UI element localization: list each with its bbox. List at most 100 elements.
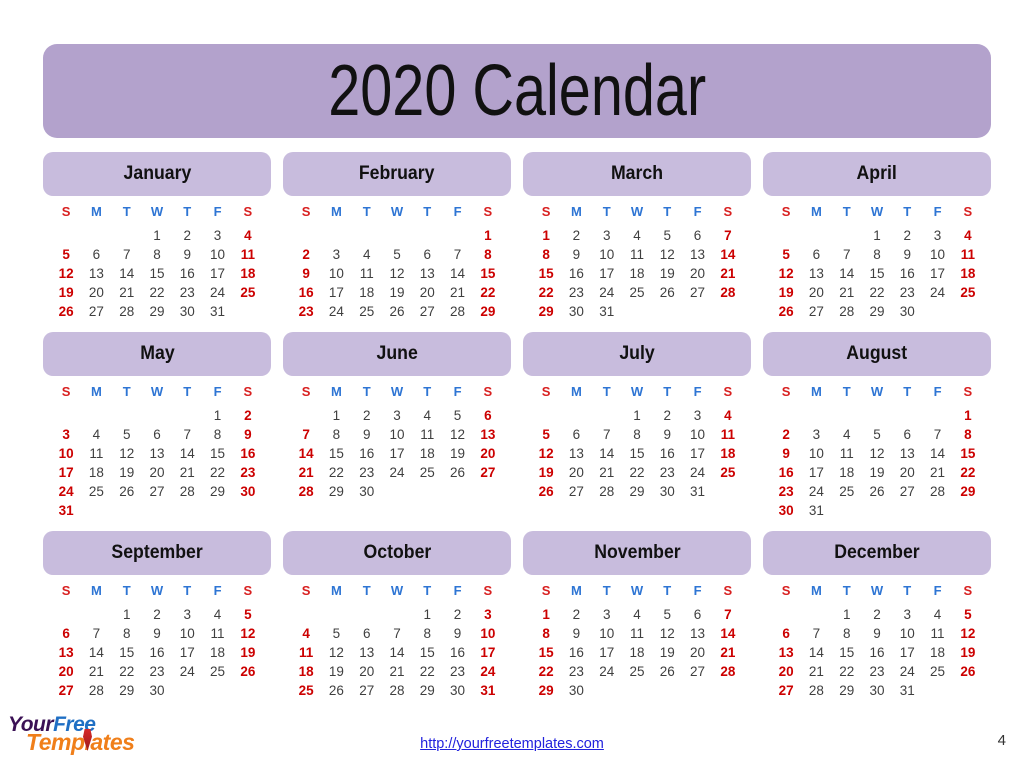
day-cell[interactable]: 2 bbox=[892, 226, 922, 245]
day-cell[interactable]: 6 bbox=[142, 425, 172, 444]
day-cell[interactable]: 9 bbox=[652, 425, 682, 444]
day-cell[interactable]: 18 bbox=[233, 264, 263, 283]
day-cell[interactable]: 26 bbox=[321, 681, 351, 700]
day-cell[interactable]: 10 bbox=[51, 444, 81, 463]
day-cell[interactable]: 29 bbox=[473, 302, 503, 321]
day-cell[interactable]: 25 bbox=[622, 283, 652, 302]
day-cell[interactable]: 16 bbox=[352, 444, 382, 463]
day-cell[interactable]: 3 bbox=[202, 226, 232, 245]
day-cell[interactable]: 7 bbox=[592, 425, 622, 444]
day-cell[interactable]: 12 bbox=[382, 264, 412, 283]
day-cell[interactable]: 22 bbox=[202, 463, 232, 482]
day-cell[interactable]: 3 bbox=[382, 406, 412, 425]
day-cell[interactable]: 26 bbox=[953, 662, 983, 681]
day-cell[interactable]: 4 bbox=[922, 605, 952, 624]
day-cell[interactable]: 26 bbox=[51, 302, 81, 321]
day-cell[interactable]: 28 bbox=[442, 302, 472, 321]
day-cell[interactable]: 15 bbox=[202, 444, 232, 463]
day-cell[interactable]: 17 bbox=[801, 463, 831, 482]
day-cell[interactable]: 22 bbox=[622, 463, 652, 482]
day-cell[interactable]: 23 bbox=[352, 463, 382, 482]
day-cell[interactable]: 31 bbox=[592, 302, 622, 321]
day-cell[interactable]: 18 bbox=[832, 463, 862, 482]
day-cell[interactable]: 26 bbox=[442, 463, 472, 482]
day-cell[interactable]: 12 bbox=[321, 643, 351, 662]
day-cell[interactable]: 15 bbox=[531, 264, 561, 283]
day-cell[interactable]: 4 bbox=[713, 406, 743, 425]
day-cell[interactable]: 23 bbox=[561, 283, 591, 302]
day-cell[interactable]: 18 bbox=[622, 643, 652, 662]
day-cell[interactable]: 10 bbox=[592, 624, 622, 643]
day-cell[interactable]: 16 bbox=[771, 463, 801, 482]
day-cell[interactable]: 17 bbox=[202, 264, 232, 283]
day-cell[interactable]: 7 bbox=[801, 624, 831, 643]
day-cell[interactable]: 18 bbox=[81, 463, 111, 482]
day-cell[interactable]: 29 bbox=[142, 302, 172, 321]
day-cell[interactable]: 10 bbox=[592, 245, 622, 264]
day-cell[interactable]: 16 bbox=[892, 264, 922, 283]
day-cell[interactable]: 14 bbox=[592, 444, 622, 463]
day-cell[interactable]: 29 bbox=[202, 482, 232, 501]
day-cell[interactable]: 31 bbox=[892, 681, 922, 700]
day-cell[interactable]: 18 bbox=[202, 643, 232, 662]
day-cell[interactable]: 12 bbox=[771, 264, 801, 283]
day-cell[interactable]: 4 bbox=[832, 425, 862, 444]
day-cell[interactable]: 15 bbox=[142, 264, 172, 283]
day-cell[interactable]: 21 bbox=[713, 264, 743, 283]
day-cell[interactable]: 19 bbox=[652, 643, 682, 662]
day-cell[interactable]: 14 bbox=[713, 624, 743, 643]
day-cell[interactable]: 24 bbox=[592, 662, 622, 681]
day-cell[interactable]: 9 bbox=[561, 245, 591, 264]
day-cell[interactable]: 4 bbox=[202, 605, 232, 624]
day-cell[interactable]: 16 bbox=[862, 643, 892, 662]
day-cell[interactable]: 10 bbox=[922, 245, 952, 264]
day-cell[interactable]: 30 bbox=[442, 681, 472, 700]
day-cell[interactable]: 25 bbox=[922, 662, 952, 681]
day-cell[interactable]: 17 bbox=[892, 643, 922, 662]
day-cell[interactable]: 13 bbox=[892, 444, 922, 463]
day-cell[interactable]: 24 bbox=[202, 283, 232, 302]
day-cell[interactable]: 23 bbox=[561, 662, 591, 681]
day-cell[interactable]: 20 bbox=[801, 283, 831, 302]
day-cell[interactable]: 6 bbox=[892, 425, 922, 444]
day-cell[interactable]: 6 bbox=[51, 624, 81, 643]
day-cell[interactable]: 3 bbox=[801, 425, 831, 444]
day-cell[interactable]: 9 bbox=[291, 264, 321, 283]
day-cell[interactable]: 14 bbox=[382, 643, 412, 662]
day-cell[interactable]: 22 bbox=[531, 662, 561, 681]
day-cell[interactable]: 28 bbox=[832, 302, 862, 321]
day-cell[interactable]: 19 bbox=[112, 463, 142, 482]
day-cell[interactable]: 7 bbox=[713, 605, 743, 624]
day-cell[interactable]: 29 bbox=[531, 302, 561, 321]
day-cell[interactable]: 11 bbox=[202, 624, 232, 643]
day-cell[interactable]: 17 bbox=[922, 264, 952, 283]
day-cell[interactable]: 5 bbox=[531, 425, 561, 444]
day-cell[interactable]: 10 bbox=[892, 624, 922, 643]
day-cell[interactable]: 25 bbox=[953, 283, 983, 302]
day-cell[interactable]: 3 bbox=[922, 226, 952, 245]
day-cell[interactable]: 24 bbox=[473, 662, 503, 681]
day-cell[interactable]: 11 bbox=[622, 624, 652, 643]
day-cell[interactable]: 30 bbox=[561, 302, 591, 321]
day-cell[interactable]: 24 bbox=[51, 482, 81, 501]
day-cell[interactable]: 30 bbox=[862, 681, 892, 700]
day-cell[interactable]: 5 bbox=[233, 605, 263, 624]
day-cell[interactable]: 17 bbox=[51, 463, 81, 482]
day-cell[interactable]: 30 bbox=[652, 482, 682, 501]
day-cell[interactable]: 17 bbox=[172, 643, 202, 662]
day-cell[interactable]: 20 bbox=[81, 283, 111, 302]
day-cell[interactable]: 23 bbox=[652, 463, 682, 482]
day-cell[interactable]: 3 bbox=[592, 605, 622, 624]
day-cell[interactable]: 1 bbox=[531, 226, 561, 245]
day-cell[interactable]: 15 bbox=[412, 643, 442, 662]
day-cell[interactable]: 27 bbox=[682, 283, 712, 302]
day-cell[interactable]: 27 bbox=[81, 302, 111, 321]
day-cell[interactable]: 14 bbox=[713, 245, 743, 264]
day-cell[interactable]: 15 bbox=[953, 444, 983, 463]
day-cell[interactable]: 13 bbox=[682, 624, 712, 643]
day-cell[interactable]: 16 bbox=[442, 643, 472, 662]
day-cell[interactable]: 14 bbox=[172, 444, 202, 463]
day-cell[interactable]: 23 bbox=[291, 302, 321, 321]
day-cell[interactable]: 11 bbox=[713, 425, 743, 444]
day-cell[interactable]: 2 bbox=[862, 605, 892, 624]
